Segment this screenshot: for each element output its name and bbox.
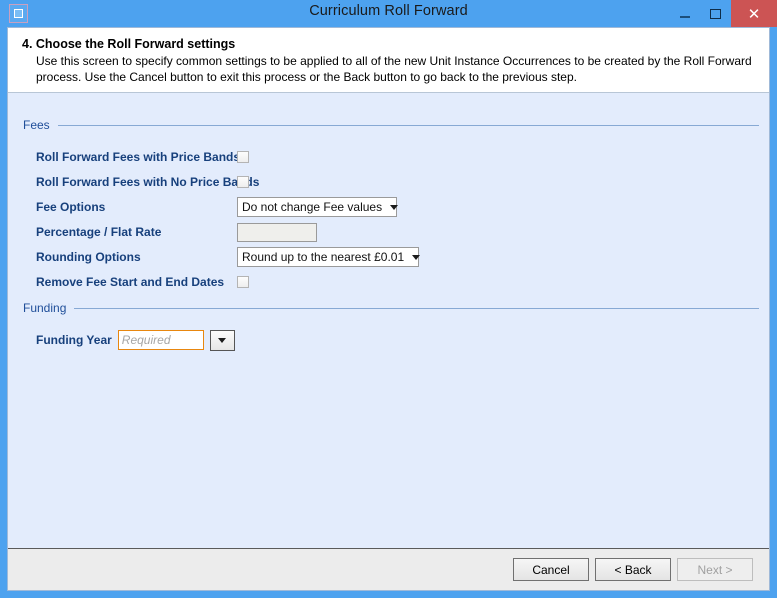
rounding-options-label: Rounding Options — [23, 250, 237, 264]
roll-forward-price-bands-checkbox-wrap — [237, 151, 257, 163]
fees-group-label: Fees — [23, 118, 58, 132]
cancel-button[interactable]: Cancel — [513, 558, 589, 581]
chevron-down-icon — [390, 205, 398, 210]
window-controls: ✕ — [669, 0, 777, 27]
title-bar: Curriculum Roll Forward ✕ — [0, 0, 777, 27]
remove-fee-dates-label: Remove Fee Start and End Dates — [23, 275, 237, 289]
minimize-button[interactable] — [669, 0, 700, 27]
rounding-options-value: Round up to the nearest £0.01 — [242, 248, 404, 266]
fees-group-body: Roll Forward Fees with Price Bands Roll … — [23, 132, 759, 294]
next-button: Next > — [677, 558, 753, 581]
page-title: 4. Choose the Roll Forward settings — [22, 37, 755, 51]
roll-forward-price-bands-checkbox[interactable] — [237, 151, 249, 163]
row-percentage-flat-rate: Percentage / Flat Rate — [23, 220, 759, 244]
funding-group-body: Funding Year — [23, 315, 759, 352]
funding-group-label: Funding — [23, 301, 74, 315]
row-roll-forward-no-price-bands: Roll Forward Fees with No Price Bands — [23, 170, 759, 194]
close-button[interactable]: ✕ — [731, 0, 777, 27]
roll-forward-price-bands-label: Roll Forward Fees with Price Bands — [23, 150, 237, 164]
funding-year-dropdown-button[interactable] — [210, 330, 235, 351]
row-funding-year: Funding Year — [23, 328, 759, 352]
remove-fee-dates-checkbox[interactable] — [237, 276, 249, 288]
fees-group-divider — [58, 125, 759, 126]
row-fee-options: Fee Options Do not change Fee values — [23, 195, 759, 219]
percentage-flat-rate-label: Percentage / Flat Rate — [23, 225, 237, 239]
roll-forward-no-price-bands-checkbox[interactable] — [237, 176, 249, 188]
row-remove-fee-dates: Remove Fee Start and End Dates — [23, 270, 759, 294]
close-icon: ✕ — [748, 5, 761, 23]
fee-options-label: Fee Options — [23, 200, 237, 214]
minimize-icon — [680, 16, 690, 18]
row-rounding-options: Rounding Options Round up to the nearest… — [23, 245, 759, 269]
chevron-down-icon — [218, 338, 226, 343]
window-title: Curriculum Roll Forward — [0, 3, 777, 19]
wizard-header-panel: 4. Choose the Roll Forward settings Use … — [8, 28, 769, 93]
row-roll-forward-price-bands: Roll Forward Fees with Price Bands — [23, 145, 759, 169]
roll-forward-no-price-bands-checkbox-wrap — [237, 176, 257, 188]
fee-options-combobox[interactable]: Do not change Fee values — [237, 197, 397, 217]
client-area: 4. Choose the Roll Forward settings Use … — [7, 27, 770, 591]
curriculum-roll-forward-window: Curriculum Roll Forward ✕ 4. Choose the … — [0, 0, 777, 598]
back-button[interactable]: < Back — [595, 558, 671, 581]
maximize-button[interactable] — [700, 0, 731, 27]
funding-group-divider — [74, 308, 759, 309]
rounding-options-combobox[interactable]: Round up to the nearest £0.01 — [237, 247, 419, 267]
funding-group: Funding Funding Year — [23, 301, 759, 353]
fee-options-value: Do not change Fee values — [242, 198, 382, 216]
fees-group: Fees Roll Forward Fees with Price Bands … — [23, 118, 759, 295]
fees-group-header: Fees — [23, 118, 759, 132]
wizard-footer: Cancel < Back Next > — [8, 548, 769, 590]
funding-year-label: Funding Year — [23, 333, 118, 347]
settings-body: Fees Roll Forward Fees with Price Bands … — [8, 93, 769, 548]
funding-year-input[interactable] — [118, 330, 204, 350]
roll-forward-no-price-bands-label: Roll Forward Fees with No Price Bands — [23, 175, 237, 189]
remove-fee-dates-checkbox-wrap — [237, 276, 257, 288]
maximize-icon — [710, 9, 721, 19]
percentage-flat-rate-input — [237, 223, 317, 242]
funding-group-header: Funding — [23, 301, 759, 315]
chevron-down-icon — [412, 255, 420, 260]
page-description: Use this screen to specify common settin… — [36, 54, 755, 86]
